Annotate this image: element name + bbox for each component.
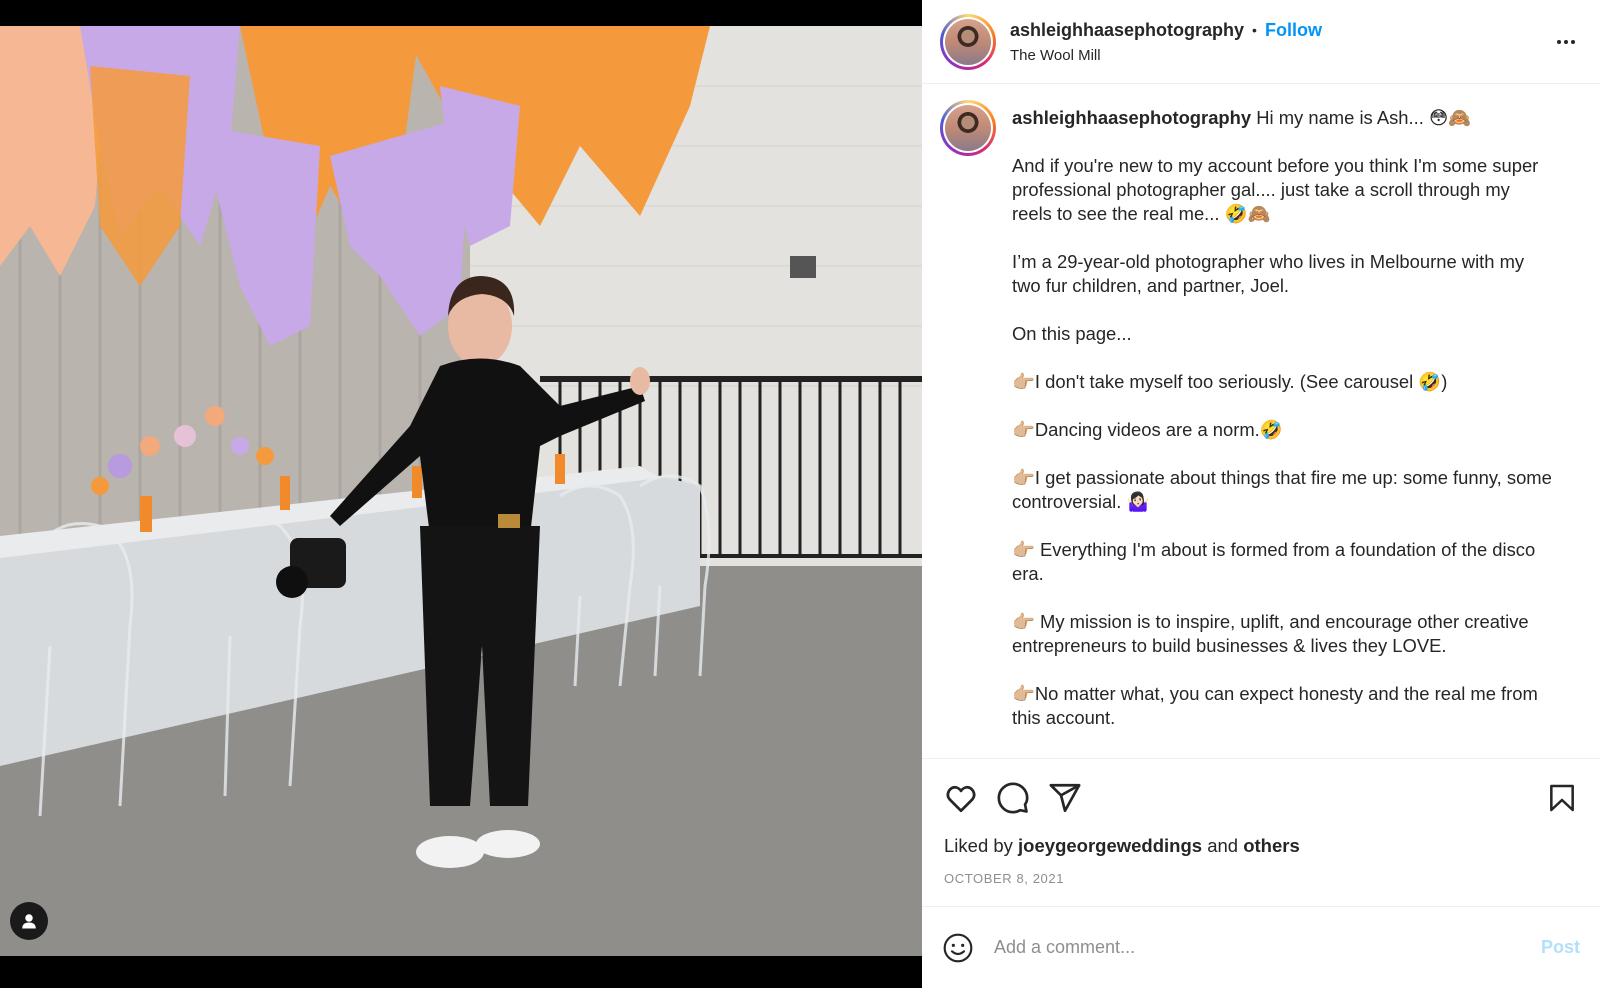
tagged-users-button[interactable]	[10, 902, 48, 940]
post-date[interactable]: OCTOBER 8, 2021	[944, 871, 1578, 886]
comment-input[interactable]	[994, 937, 1541, 958]
action-bar	[944, 759, 1578, 829]
post-header: ashleighhaasephotography • Follow The Wo…	[922, 0, 1600, 84]
caption-paragraph: 👉🏼I don't take myself too seriously. (Se…	[1012, 371, 1448, 392]
like-button[interactable]	[944, 781, 978, 815]
caption-avatar[interactable]	[940, 100, 996, 156]
caption-paragraph: 👉🏼 Everything I'm about is formed from a…	[1012, 539, 1541, 584]
liked-by-user[interactable]: joeygeorgeweddings	[1018, 835, 1202, 856]
post-actions-section: Liked by joeygeorgeweddings and others O…	[922, 758, 1600, 906]
likes-summary: Liked by joeygeorgeweddings and others	[944, 835, 1578, 857]
caption-paragraph: 👉🏼I get passionate about things that fir…	[1012, 467, 1557, 512]
more-options-button[interactable]	[1554, 30, 1578, 59]
caption-paragraph: Hi my name is Ash... 😳🙈	[1256, 107, 1472, 128]
separator-dot: •	[1252, 22, 1257, 38]
follow-button[interactable]: Follow	[1265, 20, 1322, 41]
post-media[interactable]	[0, 0, 922, 988]
caption-paragraph: On this page...	[1012, 323, 1132, 344]
avatar[interactable]	[940, 13, 996, 70]
caption-username[interactable]: ashleighhaasephotography	[1012, 107, 1251, 128]
caption-area[interactable]: ashleighhaasephotography Hi my name is A…	[922, 84, 1600, 758]
comment-button[interactable]	[996, 781, 1030, 815]
likes-joiner: and	[1207, 835, 1239, 856]
post-comment-button[interactable]: Post	[1541, 937, 1580, 958]
caption-paragraph: And if you're new to my account before y…	[1012, 155, 1544, 224]
comment-icon	[997, 782, 1029, 814]
caption-paragraph: 👉🏼No matter what, you can expect honesty…	[1012, 683, 1543, 728]
caption-text: ashleighhaasephotography Hi my name is A…	[1012, 100, 1552, 730]
comment-bar: Post	[922, 906, 1600, 988]
post-side-panel: ashleighhaasephotography • Follow The Wo…	[922, 0, 1600, 988]
user-icon	[22, 914, 36, 929]
photo-scene	[0, 26, 922, 956]
heart-icon	[946, 785, 976, 813]
emoji-button[interactable]	[942, 932, 974, 964]
share-button[interactable]	[1048, 781, 1082, 815]
emoji-icon	[943, 933, 973, 962]
save-button[interactable]	[1546, 782, 1578, 814]
share-icon	[1049, 783, 1081, 813]
post-location[interactable]: The Wool Mill	[1010, 47, 1322, 64]
liked-by-others[interactable]: others	[1243, 835, 1300, 856]
caption-paragraph: I’m a 29-year-old photographer who lives…	[1012, 251, 1530, 296]
likes-prefix: Liked by	[944, 835, 1013, 856]
post-username[interactable]: ashleighhaasephotography	[1010, 20, 1244, 41]
caption-paragraph: 👉🏼Dancing videos are a norm.🤣	[1012, 419, 1283, 440]
more-horizontal-icon	[1557, 40, 1575, 44]
bookmark-icon	[1550, 784, 1574, 812]
caption-paragraph: 👉🏼 My mission is to inspire, uplift, and…	[1012, 611, 1534, 656]
post-photo	[0, 26, 922, 956]
